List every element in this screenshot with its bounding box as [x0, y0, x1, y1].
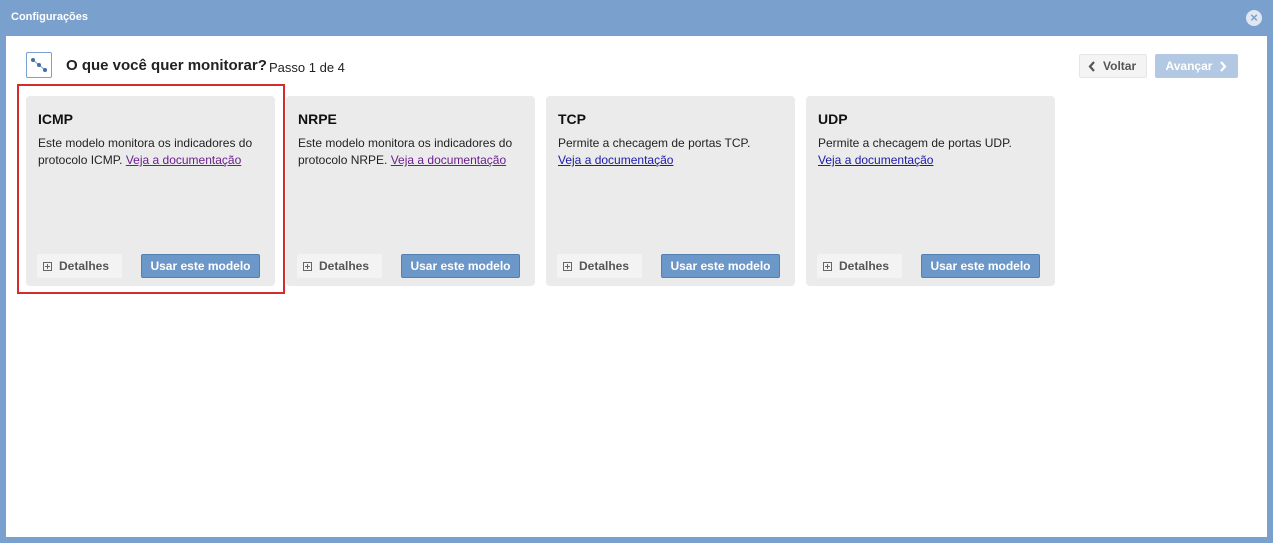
- template-card-udp: UDP Permite a checagem de portas UDP. Vej…: [806, 96, 1055, 286]
- use-template-button[interactable]: Usar este modelo: [401, 254, 520, 278]
- card-title: NRPE: [298, 111, 337, 127]
- expand-plus-icon: [823, 261, 832, 271]
- configuration-dialog: Configurações × O que você quer monitora…: [0, 0, 1273, 543]
- details-label: Detalhes: [579, 259, 630, 273]
- card-description: Permite a checagem de portas UDP. Veja a …: [818, 135, 1048, 169]
- step-indicator: Passo 1 de 4: [269, 60, 345, 75]
- documentation-link[interactable]: Veja a documentação: [391, 153, 506, 167]
- chevron-right-icon: [1220, 60, 1227, 72]
- documentation-link[interactable]: Veja a documentação: [558, 153, 673, 167]
- card-description: Permite a checagem de portas TCP. Veja a …: [558, 135, 788, 169]
- card-description-text: Permite a checagem de portas UDP.: [818, 136, 1012, 150]
- next-button[interactable]: Avançar: [1155, 54, 1238, 78]
- expand-plus-icon: [303, 261, 312, 271]
- back-label: Voltar: [1103, 59, 1137, 73]
- chevron-left-icon: [1088, 60, 1095, 72]
- details-button[interactable]: Detalhes: [297, 254, 382, 278]
- card-title: TCP: [558, 111, 586, 127]
- card-title: UDP: [818, 111, 848, 127]
- use-template-button[interactable]: Usar este modelo: [661, 254, 780, 278]
- details-button[interactable]: Detalhes: [817, 254, 902, 278]
- details-label: Detalhes: [839, 259, 890, 273]
- dialog-body: O que você quer monitorar? Passo 1 de 4 …: [6, 36, 1267, 537]
- template-card-nrpe: NRPE Este modelo monitora os indicadores…: [286, 96, 535, 286]
- use-template-button[interactable]: Usar este modelo: [921, 254, 1040, 278]
- next-label: Avançar: [1165, 59, 1213, 73]
- details-label: Detalhes: [319, 259, 370, 273]
- page-title: O que você quer monitorar?: [66, 57, 267, 74]
- selection-highlight: [17, 84, 285, 294]
- details-button[interactable]: Detalhes: [557, 254, 642, 278]
- close-icon[interactable]: ×: [1246, 10, 1262, 26]
- documentation-link[interactable]: Veja a documentação: [818, 153, 933, 167]
- dialog-titlebar: Configurações ×: [0, 0, 1273, 36]
- back-button[interactable]: Voltar: [1079, 54, 1147, 78]
- dialog-title: Configurações: [11, 11, 89, 23]
- network-nodes-icon: [26, 52, 52, 78]
- card-description-text: Permite a checagem de portas TCP.: [558, 136, 751, 150]
- template-card-tcp: TCP Permite a checagem de portas TCP. Vej…: [546, 96, 795, 286]
- expand-plus-icon: [563, 261, 572, 271]
- card-description: Este modelo monitora os indicadores do p…: [298, 135, 528, 169]
